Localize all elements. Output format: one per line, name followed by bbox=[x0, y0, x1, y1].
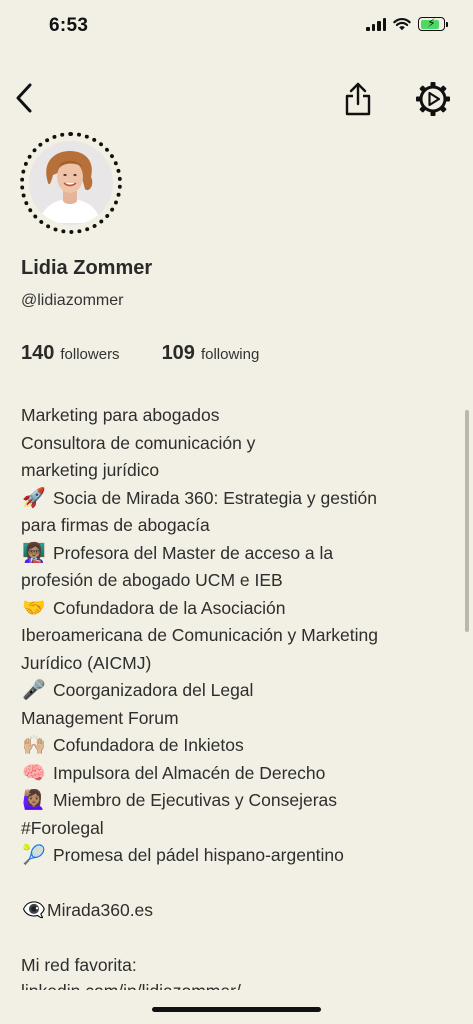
bio-line: profesión de abogado UCM e IEB bbox=[21, 567, 451, 595]
status-bar: 6:53 ⚡ bbox=[0, 0, 473, 54]
wifi-icon bbox=[393, 18, 411, 31]
bio-line-text: Socia de Mirada 360: Estrategia y gestió… bbox=[53, 487, 377, 508]
bio-link[interactable]: 👁‍🗨 Mirada360.es bbox=[21, 897, 451, 925]
bio-line: 🙌🏼 Cofundadora de Inkietos bbox=[21, 732, 451, 760]
bio-line-text: para firmas de abogacía bbox=[21, 515, 210, 535]
bio-cut-text[interactable]: linkedin.com/in/lidiazommer/ bbox=[21, 981, 241, 990]
bio-line: Marketing para abogados bbox=[21, 402, 451, 430]
bio-cut-line: linkedin.com/in/lidiazommer/ bbox=[21, 978, 321, 990]
bio-favorite-label: Mi red favorita: bbox=[21, 955, 137, 975]
followers-label: followers bbox=[60, 346, 120, 363]
signal-icon bbox=[366, 17, 386, 31]
bio-line: 🎤 Coorganizadora del Legal bbox=[21, 677, 451, 705]
bio-line: 🙋🏽‍♀️ Miembro de Ejecutivas y Consejeras bbox=[21, 787, 451, 815]
bio-line-text: Management Forum bbox=[21, 707, 179, 728]
bio-emoji-icon: 🚀 bbox=[22, 487, 46, 509]
bio-line-text: Cofundadora de la Asociación bbox=[53, 597, 286, 618]
bio-emoji-icon: 🎾 bbox=[22, 845, 46, 866]
bio-line-text: #Forolegal bbox=[21, 817, 104, 838]
bio-line-text: Marketing para abogados bbox=[21, 405, 220, 425]
bio-lines: Marketing para abogados Consultora de com… bbox=[21, 402, 451, 870]
bio-line-text: Consultora de comunicación y bbox=[21, 432, 256, 453]
bio-line: Management Forum bbox=[21, 705, 451, 733]
bio-line-text: Promesa del pádel hispano-argentino bbox=[53, 845, 344, 865]
bio-emoji-icon: 🙋🏽‍♀️ bbox=[22, 790, 46, 811]
bio-emoji-icon: 🎤 bbox=[22, 680, 46, 701]
bio-line-text: profesión de abogado UCM e IEB bbox=[21, 570, 283, 590]
bio-line-text: Iberoamericana de Comunicación y Marketi… bbox=[21, 625, 378, 645]
bio-line: 🧠 Impulsora del Almacén de Derecho bbox=[21, 760, 451, 788]
followers-count: 140 bbox=[21, 342, 55, 364]
scrollbar[interactable] bbox=[465, 410, 469, 632]
profile-screen: 6:53 ⚡ Lidia Zommer @lidiazommer 140 fol… bbox=[0, 0, 473, 1024]
bio-line: Consultora de comunicación y bbox=[21, 430, 451, 458]
followers-stat[interactable]: 140 followers bbox=[21, 342, 120, 365]
avatar-photo bbox=[29, 141, 113, 225]
bio-link-text[interactable]: Mirada360.es bbox=[47, 897, 153, 925]
bio-emoji-icon: 🙌🏼 bbox=[22, 735, 46, 756]
back-button[interactable] bbox=[8, 80, 40, 116]
share-button[interactable] bbox=[341, 80, 375, 118]
bio-line-text: Impulsora del Almacén de Derecho bbox=[53, 762, 326, 783]
bio-line-text: Miembro de Ejecutivas y Consejeras bbox=[53, 790, 338, 810]
bio-line: 🚀 Socia de Mirada 360: Estrategia y gesti… bbox=[21, 485, 451, 513]
bio-line-text: Jurídico (AICMJ) bbox=[21, 652, 152, 673]
profile-stats: 140 followers 109 following bbox=[21, 342, 259, 365]
bio-line-text: Cofundadora de Inkietos bbox=[53, 735, 244, 755]
bio-emoji-icon: 👩🏽‍🏫 bbox=[22, 542, 46, 564]
bio-emoji-icon: 🧠 bbox=[22, 762, 46, 784]
status-icons: ⚡ bbox=[366, 16, 448, 31]
share-icon bbox=[345, 82, 371, 116]
profile-name: Lidia Zommer bbox=[21, 257, 153, 279]
bio-line: Iberoamericana de Comunicación y Marketi… bbox=[21, 622, 451, 650]
avatar[interactable] bbox=[20, 132, 122, 234]
profile-handle: @lidiazommer bbox=[21, 292, 124, 309]
chevron-left-icon bbox=[16, 83, 32, 113]
battery-charging-icon: ⚡ bbox=[418, 16, 448, 31]
following-count: 109 bbox=[161, 342, 195, 364]
bio-line: 🤝 Cofundadora de la Asociación bbox=[21, 595, 451, 623]
following-label: following bbox=[200, 346, 260, 363]
bio-line: Jurídico (AICMJ) bbox=[21, 650, 451, 678]
bio-line: 🎾 Promesa del pádel hispano-argentino bbox=[21, 842, 451, 870]
settings-button[interactable] bbox=[414, 80, 452, 118]
settings-play-icon bbox=[416, 82, 450, 116]
eye-icon: 👁‍🗨 bbox=[22, 900, 46, 921]
following-stat[interactable]: 109 following bbox=[162, 342, 260, 365]
bio-line: marketing jurídico bbox=[21, 457, 451, 485]
status-time: 6:53 bbox=[49, 15, 89, 36]
bio-line-text: Coorganizadora del Legal bbox=[53, 680, 254, 700]
bio-emoji-icon: 🤝 bbox=[22, 597, 46, 619]
home-indicator[interactable] bbox=[152, 1007, 321, 1012]
bio-line: 👩🏽‍🏫 Profesora del Master de acceso a la bbox=[21, 540, 451, 568]
profile-bio: Marketing para abogados Consultora de com… bbox=[21, 402, 451, 980]
bio-line-text: Profesora del Master de acceso a la bbox=[53, 542, 334, 563]
bio-line: para firmas de abogacía bbox=[21, 512, 451, 540]
bio-line: #Forolegal bbox=[21, 815, 451, 843]
bio-line-text: marketing jurídico bbox=[21, 460, 160, 480]
